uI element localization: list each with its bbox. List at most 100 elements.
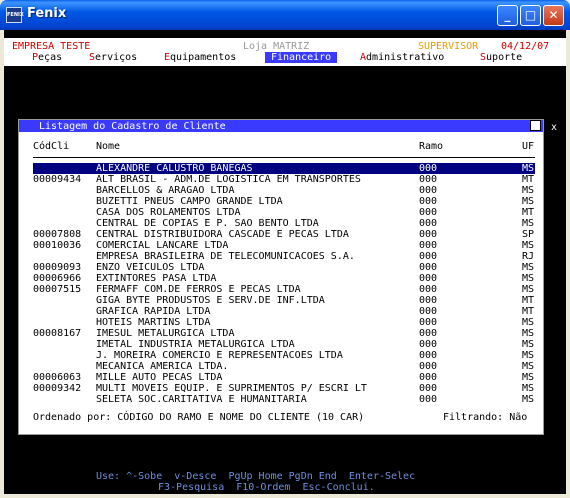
client-state: MS — [522, 185, 535, 196]
table-row[interactable]: GRAFICA RAPIDA LTDA 000 MT — [33, 306, 535, 317]
client-state: MT — [522, 174, 535, 185]
close-icon: ✕ — [548, 8, 559, 22]
client-branch: 000 — [419, 174, 438, 185]
client-name: ENZO VEICULOS LTDA — [96, 262, 205, 273]
client-name: IMETAL INDUSTRIA METALURGICA LTDA — [96, 339, 295, 350]
client-branch: 000 — [419, 306, 438, 317]
menu-item-5[interactable]: Suporte — [480, 52, 522, 63]
menu-label: quipamentos — [170, 52, 237, 63]
client-state: MS — [522, 196, 535, 207]
client-name: FERMAFF COM.DE FERROS E PECAS LTDA — [96, 284, 301, 295]
menu-item-2[interactable]: Equipamentos — [164, 52, 236, 63]
table-row[interactable]: 00009434 ALT BRASIL - ADM.DE LOGISTICA EM… — [33, 174, 535, 185]
list-footer: Ordenado por: CÓDIGO DO RAMO E NOME DO C… — [23, 406, 539, 430]
table-row[interactable]: 00009093 ENZO VEICULOS LTDA 000 MS — [33, 262, 535, 273]
table-row[interactable]: 00007808 CENTRAL DISTRIBUIDORA CASCADE E … — [33, 229, 535, 240]
header-divider — [33, 157, 535, 158]
table-row[interactable]: CASA DOS ROLAMENTOS LTDA 000 MT — [33, 207, 535, 218]
client-branch: 000 — [419, 185, 438, 196]
client-state: RJ — [522, 251, 535, 262]
fenix-app-icon: FENIX — [6, 7, 24, 23]
client-name: CENTRAL DISTRIBUIDORA CASCADE E PECAS LT… — [96, 229, 349, 240]
client-name: GIGA BYTE PRODUSTOS E SERV.DE INF.LTDA — [96, 295, 325, 306]
client-branch: 000 — [419, 251, 438, 262]
client-name: EMPRESA BRASILEIRA DE TELECOMUNICACOES S… — [96, 251, 355, 262]
client-name: MILLE AUTO PECAS LTDA — [96, 372, 223, 383]
client-state: MS — [522, 383, 535, 394]
help-line-1: Use: ^-Sobe v-Desce PgUp Home PgDn End E… — [96, 471, 416, 482]
client-branch: 000 — [419, 240, 438, 251]
client-code: 00009342 — [33, 383, 82, 394]
user-role: SUPERVISOR — [418, 41, 479, 52]
table-row[interactable]: EMPRESA BRASILEIRA DE TELECOMUNICACOES S… — [33, 251, 535, 262]
minimize-button[interactable]: _ — [497, 5, 518, 26]
menu-item-0[interactable]: Peças — [32, 52, 62, 63]
client-branch: 000 — [419, 163, 438, 174]
table-row-selected[interactable]: ALEXANDRE CALUSTRO BANEGAS 000 MS — [33, 163, 535, 174]
client-state: MS — [522, 317, 535, 328]
fenix-window: FENIX Fenix _ □ ✕ EMPRESA TESTE Loja MAT… — [0, 0, 570, 498]
help-line-2: F3-Pesquisa F10-Ordem Esc-Conclui. — [158, 482, 375, 493]
client-branch: 000 — [419, 317, 438, 328]
client-list-dialog: Listagem do Cadastro de Cliente x CódCli… — [18, 119, 557, 435]
client-branch: 000 — [419, 295, 438, 306]
client-branch: 000 — [419, 361, 438, 372]
client-state: MS — [522, 240, 535, 251]
sort-order-text: Ordenado por: CÓDIGO DO RAMO E NOME DO C… — [33, 412, 365, 423]
minimize-icon: _ — [504, 8, 511, 22]
client-state: MS — [522, 284, 535, 295]
client-code: 00007808 — [33, 229, 82, 240]
table-row[interactable]: 00010036 COMERCIAL LANCARE LTDA 000 MS — [33, 240, 535, 251]
window-title: Fenix — [27, 6, 67, 21]
table-row[interactable]: 00008167 IMESUL METALURGICA LTDA 000 MS — [33, 328, 535, 339]
client-code: 00006966 — [33, 273, 82, 284]
table-row[interactable]: J. MOREIRA COMERCIO E REPRESENTACOES LTD… — [33, 350, 535, 361]
client-name: EXTINTORES PASA LTDA — [96, 273, 217, 284]
table-row[interactable]: GIGA BYTE PRODUSTOS E SERV.DE INF.LTDA 00… — [33, 295, 535, 306]
client-name: ALEXANDRE CALUSTRO BANEGAS — [96, 163, 253, 174]
client-name: COMERCIAL LANCARE LTDA — [96, 240, 229, 251]
client-name: ALT BRASIL - ADM.DE LOGISTICA EM TRANSPO… — [96, 174, 361, 185]
client-branch: 000 — [419, 383, 438, 394]
menu-item-3[interactable]: Financeiro — [265, 52, 338, 63]
client-state: MT — [522, 295, 535, 306]
client-branch: 000 — [419, 394, 438, 405]
client-state: SP — [522, 229, 535, 240]
client-code: 00009434 — [33, 174, 82, 185]
client-code: 00007515 — [33, 284, 82, 295]
console-area: EMPRESA TESTE Loja MATRIZ SUPERVISOR 04/… — [4, 30, 566, 494]
maximize-icon: □ — [524, 8, 537, 22]
table-row[interactable]: BARCELLOS & ARAGAO LTDA 000 MS — [33, 185, 535, 196]
close-button[interactable]: ✕ — [543, 5, 564, 26]
client-name: CENTRAL DE COPIAS E P. SAO BENTO LTDA — [96, 218, 319, 229]
col-header-name[interactable]: Nome — [96, 141, 120, 152]
table-row[interactable]: HOTEIS MARTINS LTDA 000 MS — [33, 317, 535, 328]
col-header-branch[interactable]: Ramo — [419, 141, 443, 152]
title-bar[interactable]: FENIX Fenix _ □ ✕ — [0, 0, 570, 30]
store-name: Loja MATRIZ — [243, 41, 310, 52]
table-row[interactable]: 00006966 EXTINTORES PASA LTDA 000 MS — [33, 273, 535, 284]
table-row[interactable]: 00007515 FERMAFF COM.DE FERROS E PECAS LT… — [33, 284, 535, 295]
table-row[interactable]: MECANICA AMERICA LTDA. 000 MS — [33, 361, 535, 372]
table-row[interactable]: IMETAL INDUSTRIA METALURGICA LTDA 000 MS — [33, 339, 535, 350]
client-name: MULTI MOVEIS EQUIP. E SUPRIMENTOS P/ ESC… — [96, 383, 367, 394]
menu-item-1[interactable]: Serviços — [89, 52, 137, 63]
table-row[interactable]: 00006063 MILLE AUTO PECAS LTDA 000 MS — [33, 372, 535, 383]
table-row[interactable]: 00009342 MULTI MOVEIS EQUIP. E SUPRIMENTO… — [33, 383, 535, 394]
col-header-code[interactable]: CódCli — [33, 141, 69, 152]
menu-label: dministrativo — [366, 52, 445, 63]
table-row[interactable]: CENTRAL DE COPIAS E P. SAO BENTO LTDA 000… — [33, 218, 535, 229]
table-row[interactable]: SELETA SOC.CARITATIVA E HUMANITARIA 000 MS — [33, 394, 535, 405]
menu-item-4[interactable]: Administrativo — [360, 52, 444, 63]
col-header-state[interactable]: UF — [522, 141, 534, 152]
client-branch: 000 — [419, 372, 438, 383]
client-code: 00010036 — [33, 240, 82, 251]
close-icon: x — [551, 122, 558, 133]
client-state: MS — [522, 394, 535, 405]
client-code: 00006063 — [33, 372, 82, 383]
client-name: BUZETTI PNEUS CAMPO GRANDE LTDA — [96, 196, 283, 207]
dialog-close-button[interactable]: x — [530, 120, 557, 133]
maximize-button[interactable]: □ — [520, 5, 541, 26]
table-row[interactable]: BUZETTI PNEUS CAMPO GRANDE LTDA 000 MS — [33, 196, 535, 207]
client-branch: 000 — [419, 207, 438, 218]
